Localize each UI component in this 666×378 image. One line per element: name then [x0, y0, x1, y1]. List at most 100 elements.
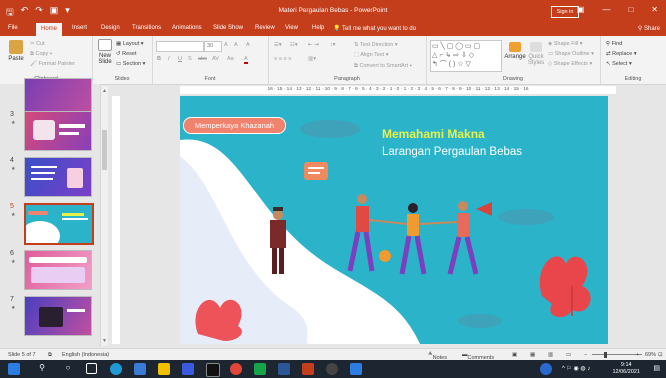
search-icon[interactable]: ⚲	[36, 363, 48, 375]
zoom-out-button[interactable]: −	[584, 352, 587, 358]
italic-button[interactable]: I	[168, 56, 170, 62]
reset-button[interactable]: ↺ Reset	[116, 51, 137, 57]
minimize-button[interactable]: —	[602, 5, 610, 14]
replace-button[interactable]: ⇄ Replace ▾	[606, 51, 637, 57]
convert-smartart-button[interactable]: ⧉ Convert to SmartArt ▾	[354, 63, 412, 70]
section-badge[interactable]: Memperkaya Khazanah	[183, 117, 286, 134]
tab-review[interactable]: Review	[255, 25, 275, 31]
copy-button[interactable]: ⧉ Copy ▾	[30, 51, 52, 58]
tab-insert[interactable]: Insert	[72, 25, 87, 31]
tab-transitions[interactable]: Transitions	[132, 25, 161, 31]
close-button[interactable]: ✕	[651, 5, 658, 14]
cortana-icon[interactable]: ○	[62, 363, 74, 375]
fit-slide-icon[interactable]: ⊡	[658, 352, 663, 358]
underline-button[interactable]: U	[178, 56, 182, 62]
slide-thumbnail-7[interactable]	[24, 296, 92, 336]
layout-button[interactable]: ▦ Layout ▾	[116, 41, 144, 47]
tab-home[interactable]: Home	[36, 23, 63, 36]
tell-me-search[interactable]: 💡 Tell me what you want to do	[333, 25, 416, 32]
normal-view-icon[interactable]: ▣	[512, 352, 517, 358]
format-painter-button[interactable]: 🖌 Format Painter	[30, 61, 75, 67]
section-button[interactable]: ▭ Section ▾	[116, 61, 145, 67]
shape-fill-button[interactable]: ◈ Shape Fill ▾	[548, 41, 583, 47]
chrome-icon[interactable]	[230, 363, 242, 375]
app-icon[interactable]	[182, 363, 194, 375]
find-button[interactable]: ⚲ Find	[606, 41, 622, 47]
zoom-in-button[interactable]: +	[636, 352, 639, 358]
maximize-button[interactable]: □	[628, 5, 633, 14]
slide-title-line2[interactable]: Larangan Pergaulan Bebas	[382, 146, 522, 158]
slide-thumbnail-6[interactable]	[24, 250, 92, 290]
tab-animations[interactable]: Animations	[172, 25, 202, 31]
share-button[interactable]: ⚲ Share	[638, 25, 660, 32]
windows-start-icon[interactable]	[8, 363, 20, 375]
arrange-button[interactable]: Arrange	[503, 42, 527, 60]
slideshow-view-icon[interactable]: ▭	[566, 352, 571, 358]
system-tray-icons[interactable]: ^ ⚐ ◉ ◍ ♪	[562, 365, 590, 372]
tab-slide-show[interactable]: Slide Show	[213, 25, 243, 31]
text-direction-button[interactable]: ⇅ Text Direction ▾	[354, 42, 398, 48]
slide-thumbnail-3[interactable]	[24, 111, 92, 151]
slide-title-line1[interactable]: Memahami Makna	[382, 127, 485, 141]
select-button[interactable]: ↖ Select ▾	[606, 61, 632, 67]
decrease-font-button[interactable]: A	[234, 42, 238, 48]
numbering-button[interactable]: ☷▾	[290, 42, 298, 48]
align-text-button[interactable]: ⬚ Align Text ▾	[354, 52, 388, 58]
shape-outline-button[interactable]: ▭ Shape Outline ▾	[548, 51, 594, 57]
file-explorer-icon[interactable]	[158, 363, 170, 375]
change-case-button[interactable]: Aa	[227, 56, 234, 62]
bold-button[interactable]: B	[157, 56, 161, 62]
slide-thumbnail-5[interactable]	[24, 203, 94, 245]
notifications-icon[interactable]: ▤	[653, 364, 660, 372]
bullets-button[interactable]: ☰▾	[274, 42, 282, 48]
slide-sorter-icon[interactable]: ▦	[530, 352, 535, 358]
app-icon[interactable]	[206, 363, 220, 377]
zoom-level[interactable]: 69%	[645, 352, 656, 358]
sign-in-button[interactable]: Sign in	[551, 6, 579, 18]
tab-file[interactable]: File	[8, 25, 18, 31]
edge-icon[interactable]	[110, 363, 122, 375]
word-icon[interactable]	[278, 363, 290, 375]
increase-font-button[interactable]: A	[224, 42, 228, 48]
cut-button[interactable]: ✂ Cut	[30, 41, 45, 47]
shape-effects-button[interactable]: ◇ Shape Effects ▾	[548, 61, 592, 67]
app-icon[interactable]	[254, 363, 266, 375]
taskbar-clock[interactable]: 9:14 12/06/2021	[612, 362, 640, 376]
font-name-dropdown[interactable]	[156, 41, 204, 52]
tab-help[interactable]: Help	[312, 25, 324, 31]
zoom-slider-thumb[interactable]	[604, 352, 607, 358]
new-slide-button[interactable]: New Slide	[95, 39, 115, 65]
slide-canvas[interactable]: Memperkaya Khazanah Memahami Makna Laran…	[180, 96, 608, 344]
quick-styles-button[interactable]: Quick Styles	[526, 42, 546, 66]
vertical-ruler	[112, 96, 120, 344]
powerpoint-icon[interactable]	[302, 363, 314, 375]
character-spacing-button[interactable]: AV	[212, 56, 219, 62]
shapes-gallery[interactable]: ▭ ╲ ▢ ◯ ▭ ▢ △ ⌐ ↳ ⇨ ⇩ ◇ ↰ ⌒ ( ) ☆ ▽	[430, 40, 502, 72]
comments-button[interactable]: ▬ Comments	[462, 352, 494, 361]
app-icon[interactable]	[326, 363, 338, 375]
store-icon[interactable]	[134, 363, 146, 375]
spelling-icon[interactable]: ⧉	[48, 352, 52, 359]
line-spacing-button[interactable]: ↕▾	[330, 42, 336, 48]
reading-view-icon[interactable]: ▥	[548, 352, 553, 358]
ribbon-display-options-icon[interactable]: ▣	[577, 5, 585, 14]
clear-formatting-button[interactable]: A	[246, 42, 250, 48]
tab-design[interactable]: Design	[101, 25, 120, 31]
font-color-button[interactable]: A	[244, 56, 248, 64]
notes-button[interactable]: ≙ Notes	[428, 352, 447, 361]
align-buttons[interactable]: ≡ ≡ ≡ ≡	[274, 56, 291, 62]
strikethrough-button[interactable]: abc	[198, 56, 207, 62]
paste-button[interactable]: Paste	[5, 40, 27, 62]
language-indicator[interactable]: English (Indonesia)	[62, 352, 109, 358]
task-view-icon[interactable]	[86, 363, 97, 374]
columns-button[interactable]: ▥▾	[308, 56, 316, 62]
indent-buttons[interactable]: ⇤ ⇥	[308, 42, 319, 48]
thumbnail-scrollbar[interactable]: ▲ ▼	[100, 86, 108, 346]
tray-icon[interactable]	[540, 363, 552, 375]
zoom-slider[interactable]	[592, 354, 642, 355]
app-icon[interactable]	[350, 363, 362, 375]
shadow-button[interactable]: S	[188, 56, 192, 62]
font-size-dropdown[interactable]: 30	[204, 41, 222, 52]
tab-view[interactable]: View	[285, 25, 298, 31]
slide-thumbnail-4[interactable]	[24, 157, 92, 197]
